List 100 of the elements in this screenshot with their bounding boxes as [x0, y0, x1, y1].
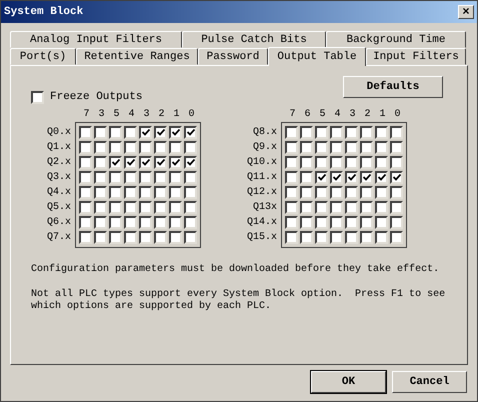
output-checkbox[interactable]: [79, 200, 92, 214]
output-checkbox[interactable]: [375, 156, 388, 168]
output-checkbox[interactable]: [184, 186, 197, 198]
close-button[interactable]: ×: [458, 5, 474, 19]
output-checkbox[interactable]: [94, 156, 107, 168]
output-checkbox[interactable]: [375, 230, 388, 244]
output-checkbox[interactable]: [124, 140, 137, 154]
output-checkbox[interactable]: [169, 216, 182, 228]
output-checkbox[interactable]: [154, 126, 167, 138]
output-checkbox[interactable]: [139, 200, 152, 214]
output-checkbox[interactable]: [315, 186, 328, 198]
output-checkbox[interactable]: [345, 126, 358, 138]
output-checkbox[interactable]: [79, 216, 92, 228]
output-checkbox[interactable]: [169, 186, 182, 198]
output-checkbox[interactable]: [285, 170, 298, 184]
defaults-button[interactable]: Defaults: [343, 76, 443, 98]
output-checkbox[interactable]: [154, 200, 167, 214]
output-checkbox[interactable]: [315, 230, 328, 244]
output-checkbox[interactable]: [300, 126, 313, 138]
output-checkbox[interactable]: [79, 230, 92, 244]
output-checkbox[interactable]: [109, 216, 122, 228]
output-checkbox[interactable]: [124, 186, 137, 198]
output-checkbox[interactable]: [94, 200, 107, 214]
output-checkbox[interactable]: [124, 230, 137, 244]
output-checkbox[interactable]: [330, 126, 343, 138]
output-checkbox[interactable]: [139, 156, 152, 168]
output-checkbox[interactable]: [154, 140, 167, 154]
output-checkbox[interactable]: [109, 200, 122, 214]
output-checkbox[interactable]: [169, 200, 182, 214]
cancel-button[interactable]: Cancel: [392, 371, 467, 393]
tab[interactable]: Port(s): [10, 48, 76, 65]
output-checkbox[interactable]: [345, 170, 358, 184]
output-checkbox[interactable]: [184, 170, 197, 184]
output-checkbox[interactable]: [315, 200, 328, 214]
output-checkbox[interactable]: [390, 126, 403, 138]
output-checkbox[interactable]: [300, 186, 313, 198]
output-checkbox[interactable]: [184, 216, 197, 228]
output-checkbox[interactable]: [330, 170, 343, 184]
output-checkbox[interactable]: [345, 200, 358, 214]
output-checkbox[interactable]: [390, 140, 403, 154]
output-checkbox[interactable]: [375, 140, 388, 154]
output-checkbox[interactable]: [360, 140, 373, 154]
output-checkbox[interactable]: [345, 216, 358, 228]
output-checkbox[interactable]: [345, 186, 358, 198]
tab[interactable]: Output Table: [268, 47, 366, 66]
output-checkbox[interactable]: [345, 140, 358, 154]
output-checkbox[interactable]: [330, 216, 343, 228]
output-checkbox[interactable]: [139, 170, 152, 184]
output-checkbox[interactable]: [315, 126, 328, 138]
output-checkbox[interactable]: [390, 156, 403, 168]
output-checkbox[interactable]: [124, 170, 137, 184]
output-checkbox[interactable]: [154, 170, 167, 184]
output-checkbox[interactable]: [390, 230, 403, 244]
output-checkbox[interactable]: [169, 156, 182, 168]
output-checkbox[interactable]: [300, 140, 313, 154]
freeze-outputs-checkbox[interactable]: [31, 90, 44, 104]
output-checkbox[interactable]: [154, 230, 167, 244]
tab[interactable]: Background Time: [326, 31, 466, 48]
output-checkbox[interactable]: [315, 216, 328, 228]
output-checkbox[interactable]: [330, 156, 343, 168]
output-checkbox[interactable]: [184, 156, 197, 168]
output-checkbox[interactable]: [390, 216, 403, 228]
output-checkbox[interactable]: [375, 186, 388, 198]
output-checkbox[interactable]: [124, 156, 137, 168]
output-checkbox[interactable]: [139, 186, 152, 198]
output-checkbox[interactable]: [285, 156, 298, 168]
output-checkbox[interactable]: [300, 170, 313, 184]
output-checkbox[interactable]: [285, 186, 298, 198]
output-checkbox[interactable]: [109, 156, 122, 168]
output-checkbox[interactable]: [375, 170, 388, 184]
output-checkbox[interactable]: [375, 200, 388, 214]
tab[interactable]: Retentive Ranges: [76, 48, 198, 65]
output-checkbox[interactable]: [79, 140, 92, 154]
output-checkbox[interactable]: [330, 200, 343, 214]
output-checkbox[interactable]: [360, 186, 373, 198]
output-checkbox[interactable]: [139, 126, 152, 138]
output-checkbox[interactable]: [285, 126, 298, 138]
output-checkbox[interactable]: [79, 170, 92, 184]
output-checkbox[interactable]: [345, 156, 358, 168]
output-checkbox[interactable]: [94, 186, 107, 198]
output-checkbox[interactable]: [94, 230, 107, 244]
output-checkbox[interactable]: [79, 126, 92, 138]
output-checkbox[interactable]: [169, 170, 182, 184]
output-checkbox[interactable]: [285, 200, 298, 214]
output-checkbox[interactable]: [124, 200, 137, 214]
output-checkbox[interactable]: [169, 230, 182, 244]
output-checkbox[interactable]: [300, 216, 313, 228]
ok-button[interactable]: OK: [311, 371, 386, 393]
output-checkbox[interactable]: [184, 230, 197, 244]
output-checkbox[interactable]: [109, 186, 122, 198]
tab[interactable]: Analog Input Filters: [10, 31, 182, 48]
output-checkbox[interactable]: [139, 230, 152, 244]
output-checkbox[interactable]: [154, 216, 167, 228]
output-checkbox[interactable]: [360, 200, 373, 214]
output-checkbox[interactable]: [169, 140, 182, 154]
output-checkbox[interactable]: [330, 230, 343, 244]
output-checkbox[interactable]: [375, 126, 388, 138]
output-checkbox[interactable]: [94, 170, 107, 184]
output-checkbox[interactable]: [139, 140, 152, 154]
output-checkbox[interactable]: [169, 126, 182, 138]
